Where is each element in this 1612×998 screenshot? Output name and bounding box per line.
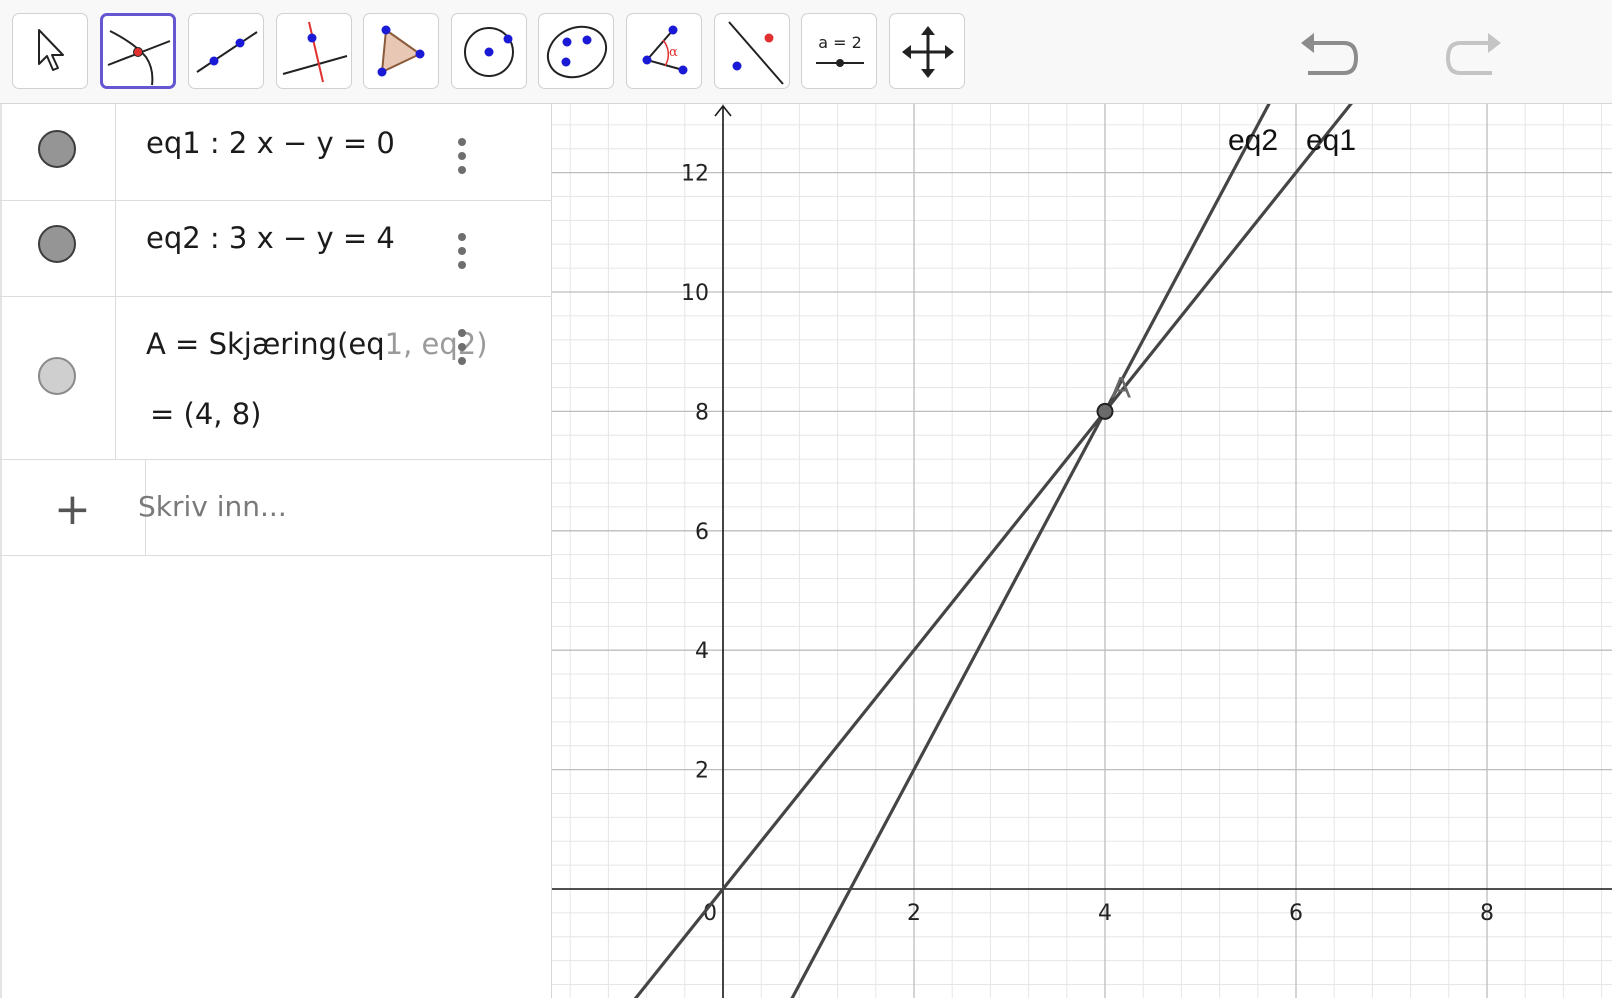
- coordinate-plane[interactable]: 0 2 4 6 824681012 Aeq2 eq1: [552, 104, 1612, 998]
- expression-A-definition[interactable]: A = Skjæring(eq1, eq2): [146, 327, 488, 361]
- input-bar[interactable]: Skriv inn...: [138, 490, 287, 523]
- slider-icon: a = 2: [816, 33, 864, 67]
- y-tick-label: 10: [681, 281, 709, 306]
- undo-button[interactable]: [1298, 30, 1368, 90]
- redo-icon: [1446, 33, 1501, 75]
- visibility-toggle-A[interactable]: [38, 357, 76, 395]
- line-tool-button[interactable]: [188, 13, 264, 89]
- redo-button[interactable]: [1440, 30, 1510, 90]
- undo-icon: [1301, 33, 1358, 75]
- x-tick-label: 4: [1098, 901, 1112, 926]
- expression-eq2[interactable]: eq2 : 3 x − y = 4: [146, 221, 395, 255]
- algebra-row-eq1[interactable]: eq1 : 2 x − y = 0: [0, 104, 552, 201]
- circle-center-point-icon: [464, 27, 514, 77]
- perpendicular-line-icon: [282, 21, 348, 83]
- plus-icon[interactable]: +: [54, 488, 91, 532]
- move-arrows-icon: [902, 26, 954, 78]
- conic-tool-button[interactable]: [538, 13, 614, 89]
- visibility-toggle-eq1[interactable]: [38, 130, 76, 168]
- reflect-about-line-icon: [728, 21, 784, 85]
- slider-tool-button[interactable]: a = 2: [801, 13, 877, 89]
- expression-eq1[interactable]: eq1 : 2 x − y = 0: [146, 126, 395, 160]
- intersect-tool-button[interactable]: [100, 13, 176, 89]
- move-tool-button[interactable]: [12, 13, 88, 89]
- algebra-view: eq1 : 2 x − y = 0 eq2 : 3 x − y = 4 A = …: [0, 104, 552, 998]
- point-A[interactable]: [1096, 402, 1114, 420]
- visibility-column: [0, 297, 116, 459]
- polygon-tool-button[interactable]: [363, 13, 439, 89]
- svg-text:a = 2: a = 2: [818, 33, 862, 52]
- more-menu-eq1-icon[interactable]: [452, 138, 472, 178]
- polygon-icon: [377, 25, 425, 77]
- input-plus-column: +: [0, 460, 146, 555]
- visibility-column: [0, 104, 116, 200]
- input-row[interactable]: + Skriv inn...: [0, 460, 552, 556]
- angle-tool-button[interactable]: α: [626, 13, 702, 89]
- circle-tool-button[interactable]: [451, 13, 527, 89]
- ellipse-icon: [546, 25, 608, 79]
- eq1-line-label: eq1: [1306, 124, 1356, 157]
- toolbar: α a = 2: [0, 0, 1612, 104]
- move-graphics-view-tool-button[interactable]: [889, 13, 965, 89]
- algebra-row-eq2[interactable]: eq2 : 3 x − y = 4: [0, 201, 552, 297]
- svg-text:α: α: [669, 45, 678, 60]
- y-tick-label: 4: [695, 639, 709, 664]
- more-menu-A-icon[interactable]: [452, 329, 472, 369]
- definition-arg-hint: 1, eq: [384, 327, 458, 361]
- visibility-toggle-eq2[interactable]: [38, 225, 76, 263]
- intersect-icon: [107, 30, 171, 86]
- arrow-cursor-icon: [38, 29, 64, 71]
- y-tick-label: 6: [695, 520, 709, 545]
- y-tick-label: 12: [681, 162, 709, 187]
- reflect-tool-button[interactable]: [714, 13, 790, 89]
- expression-A-value: = (4, 8): [150, 397, 262, 431]
- point-A-label: A: [1111, 371, 1131, 404]
- y-tick-label: 8: [695, 400, 709, 425]
- y-tick-label: 2: [695, 759, 709, 784]
- graphics-view[interactable]: 0 2 4 6 8 2 4 6 8 10 12 Aeq2 eq1: [552, 104, 1612, 998]
- line-eq1[interactable]: [628, 104, 1392, 998]
- perpendicular-line-tool-button[interactable]: [276, 13, 352, 89]
- visibility-column: [0, 201, 116, 296]
- x-tick-label: 6: [1289, 901, 1303, 926]
- line-through-points-icon: [196, 31, 258, 73]
- eq2-line-label: eq2: [1228, 124, 1278, 157]
- more-menu-eq2-icon[interactable]: [452, 233, 472, 273]
- angle-icon: α: [642, 25, 688, 75]
- x-tick-label: 8: [1480, 901, 1494, 926]
- algebra-row-A[interactable]: A = Skjæring(eq1, eq2) = (4, 8): [0, 297, 552, 460]
- x-tick-label: 2: [907, 901, 921, 926]
- definition-text: A = Skjæring(eq: [146, 327, 385, 361]
